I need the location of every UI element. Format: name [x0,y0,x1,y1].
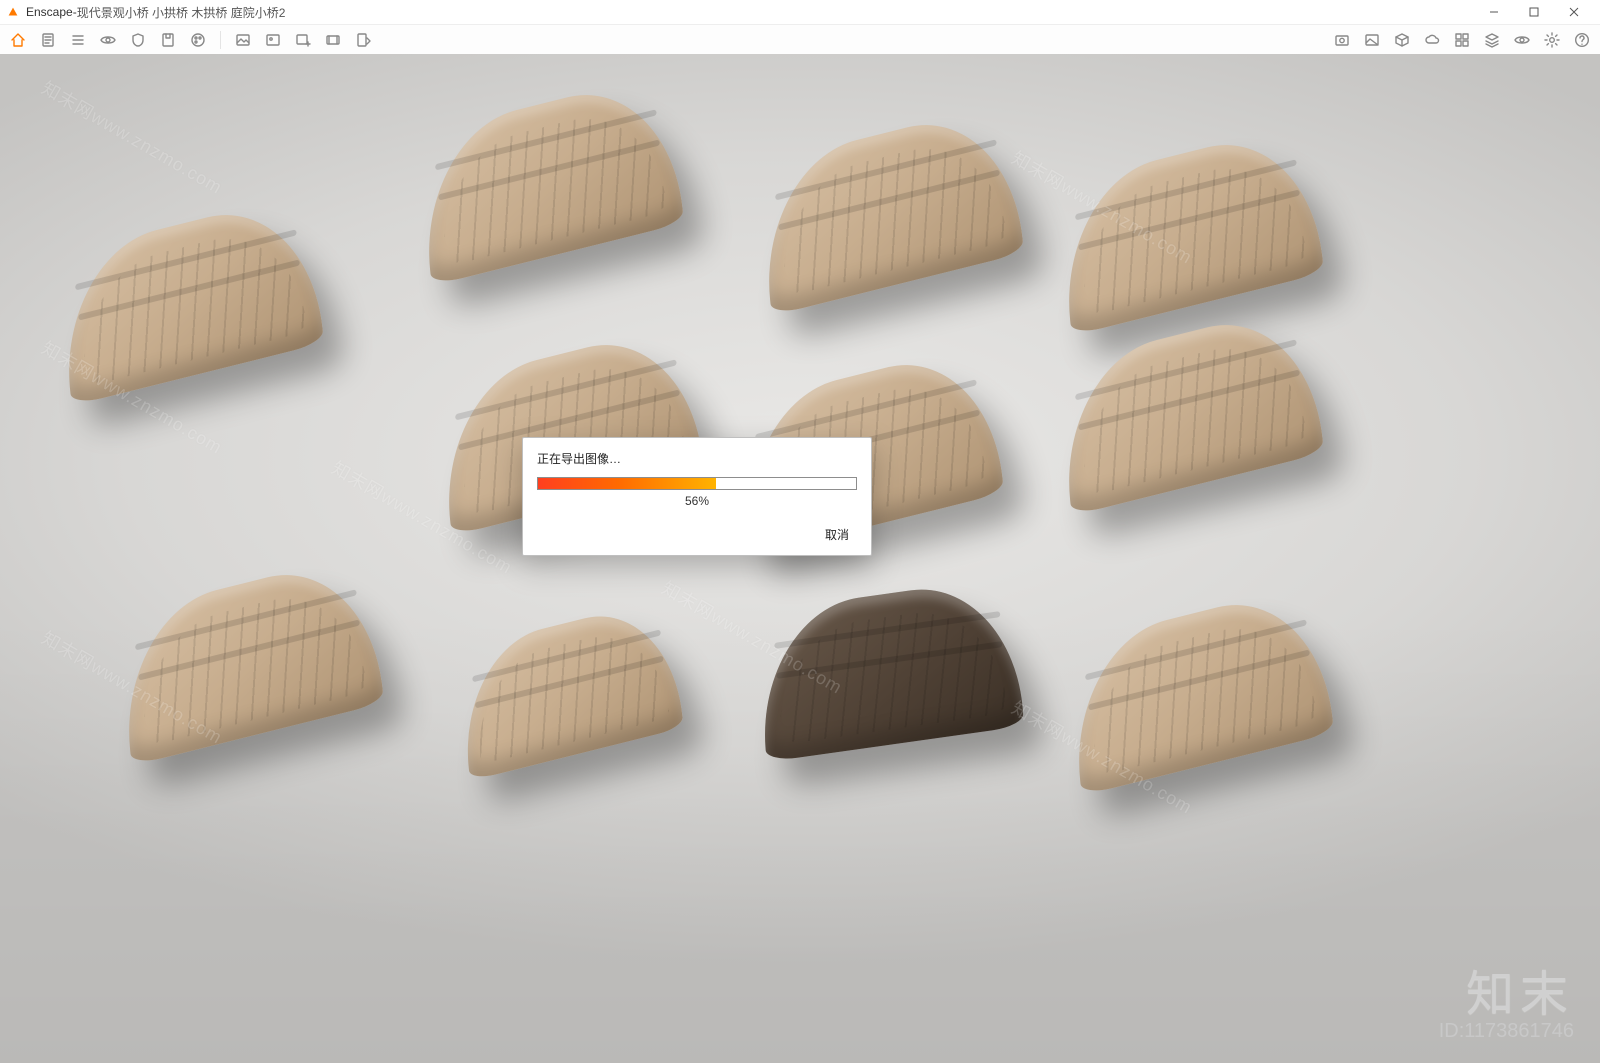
cancel-button[interactable]: 取消 [817,522,857,547]
app-name: Enscape [26,5,73,19]
image-icon[interactable] [1362,30,1382,50]
help-icon[interactable] [1572,30,1592,50]
render-viewport[interactable]: 知末网www.znzmo.com 知末网www.znzmo.com 知末网www… [0,54,1600,1063]
export-icon[interactable] [353,30,373,50]
shield-icon[interactable] [128,30,148,50]
toolbar-separator [220,31,221,49]
capture-icon[interactable] [1332,30,1352,50]
eye-icon[interactable] [98,30,118,50]
image-b-icon[interactable] [263,30,283,50]
grid-icon[interactable] [1452,30,1472,50]
home-icon[interactable] [8,30,28,50]
document-title: 现代景观小桥 小拱桥 木拱桥 庭院小桥2 [77,4,286,21]
app-logo-icon [6,5,20,19]
palette-icon[interactable] [188,30,208,50]
window-close-button[interactable] [1554,0,1594,24]
save-icon[interactable] [158,30,178,50]
main-toolbar [0,25,1600,56]
window-maximize-button[interactable] [1514,0,1554,24]
list-icon[interactable] [68,30,88,50]
progress-bar [537,477,857,490]
settings-icon[interactable] [1542,30,1562,50]
progress-bar-fill [538,478,716,489]
dialog-title: 正在导出图像… [537,450,857,467]
layers-icon[interactable] [1482,30,1502,50]
export-progress-dialog: 正在导出图像… 56% 取消 [522,437,872,556]
page-icon[interactable] [38,30,58,50]
visibility-icon[interactable] [1512,30,1532,50]
window-minimize-button[interactable] [1474,0,1514,24]
cloud-icon[interactable] [1422,30,1442,50]
image-a-icon[interactable] [233,30,253,50]
image-plus-icon[interactable] [293,30,313,50]
window-titlebar: Enscape - 现代景观小桥 小拱桥 木拱桥 庭院小桥2 [0,0,1600,25]
progress-percent-label: 56% [537,494,857,508]
film-icon[interactable] [323,30,343,50]
cube-icon[interactable] [1392,30,1412,50]
